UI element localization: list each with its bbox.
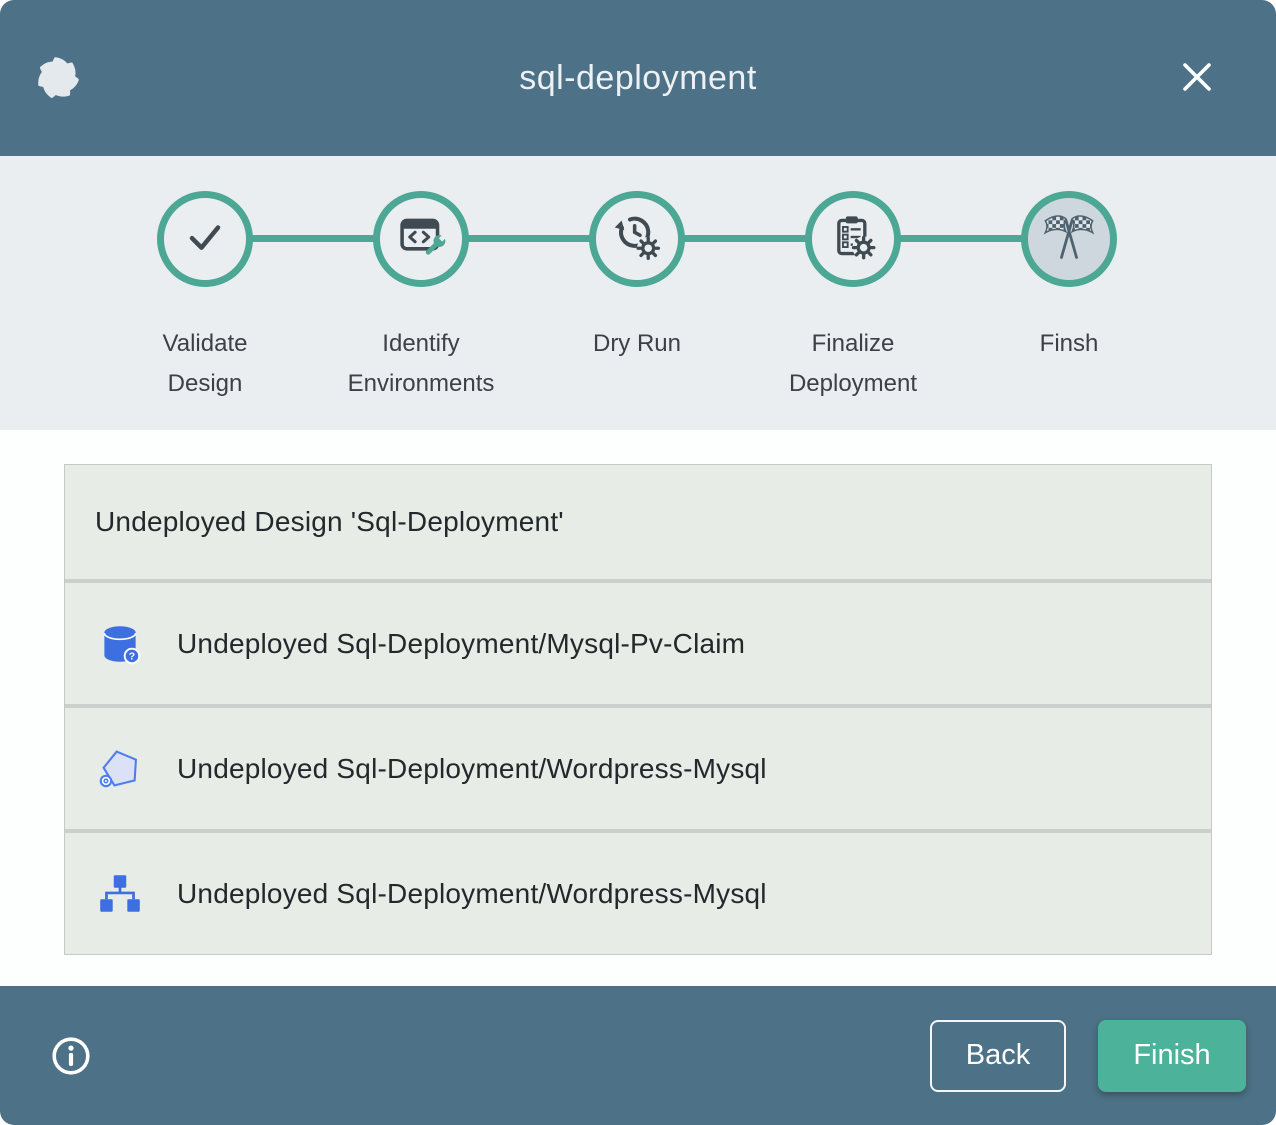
status-row-wordpress-mysql-service: Undeployed Sql-Deployment/Wordpress-Mysq… [65,708,1211,829]
step-identify-environments[interactable] [373,191,469,287]
pentagon-icon [95,744,145,794]
history-gear-icon [611,211,663,268]
deployment-wizard-dialog: sql-deployment [0,0,1276,1125]
finish-button[interactable]: Finish [1098,1020,1246,1092]
status-row-text: Undeployed Sql-Deployment/Mysql-Pv-Claim [177,628,745,660]
database-icon: ? [95,619,145,669]
status-row-text: Undeployed Sql-Deployment/Wordpress-Mysq… [177,878,767,910]
step-finalize-deployment[interactable] [805,191,901,287]
clipboard-gear-icon [827,211,879,268]
hierarchy-icon [95,869,145,919]
pinwheel-logo-icon [33,53,83,103]
step-validate-design[interactable] [157,191,253,287]
deployment-status-panel: Undeployed Design 'Sql-Deployment' ? Und… [64,464,1212,955]
step-label-finish: Finsh [987,324,1151,364]
code-window-wrench-icon [395,211,447,268]
step-label-finalize-deployment: Finalize Deployment [771,324,935,404]
dialog-title: sql-deployment [0,59,1276,98]
step-label-dry-run: Dry Run [555,324,719,364]
status-header-text: Undeployed Design 'Sql-Deployment' [95,506,564,538]
dialog-header: sql-deployment [0,0,1276,156]
wizard-stepper: Validate Design Identify Environments Dr… [0,156,1276,430]
status-row-mysql-pv-claim: ? Undeployed Sql-Deployment/Mysql-Pv-Cla… [65,583,1211,704]
wizard-content: Undeployed Design 'Sql-Deployment' ? Und… [0,430,1276,986]
status-header-row: Undeployed Design 'Sql-Deployment' [65,465,1211,579]
step-dry-run[interactable] [589,191,685,287]
close-button[interactable] [1176,57,1218,99]
step-finish[interactable] [1021,191,1117,287]
info-icon [50,1065,92,1080]
dialog-footer: Back Finish [0,986,1276,1125]
status-row-wordpress-mysql-deployment: Undeployed Sql-Deployment/Wordpress-Mysq… [65,833,1211,954]
status-row-text: Undeployed Sql-Deployment/Wordpress-Mysq… [177,753,767,785]
info-button[interactable] [50,1035,92,1077]
step-label-identify-environments: Identify Environments [339,324,503,404]
checkered-flags-icon [1041,209,1097,270]
close-icon [1178,58,1216,99]
step-label-validate-design: Validate Design [123,324,287,404]
svg-text:?: ? [129,651,135,662]
back-button[interactable]: Back [930,1020,1066,1092]
check-icon [179,211,231,268]
